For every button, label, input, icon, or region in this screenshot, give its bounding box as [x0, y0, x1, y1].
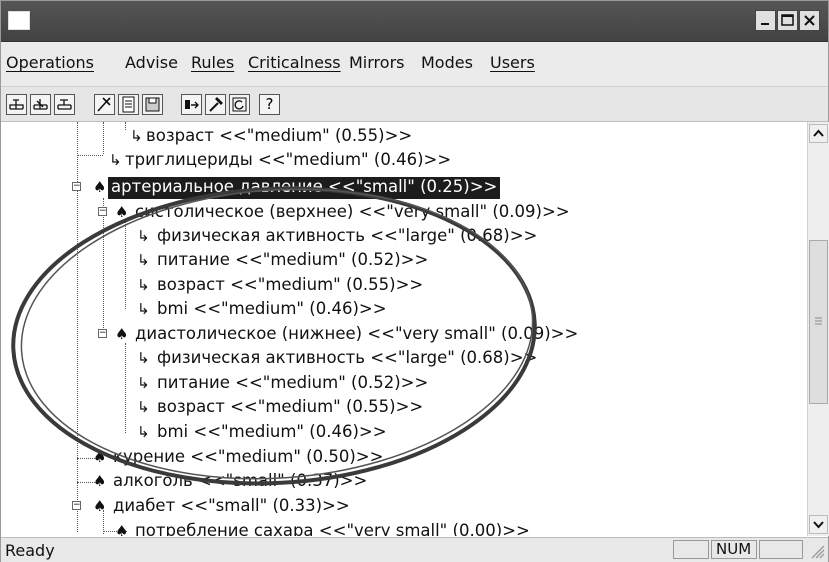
- menu-modes[interactable]: Modes: [421, 53, 473, 72]
- scroll-down-button[interactable]: [809, 515, 828, 534]
- branch-icon: ♠: [115, 325, 129, 343]
- tree-node[interactable]: триглицериды <<"medium" (0.46)>>: [125, 150, 451, 172]
- refresh-icon: [232, 97, 247, 112]
- tools-icon: [97, 97, 111, 112]
- tree-line: [125, 343, 126, 433]
- tree-expand-button[interactable]: [30, 94, 51, 115]
- move-icon: [185, 100, 199, 109]
- status-text: Ready: [5, 541, 55, 560]
- status-pane-empty: [759, 540, 803, 559]
- leaf-icon: ↳: [137, 251, 150, 269]
- branch-icon: ♠: [115, 522, 129, 536]
- tree-collapse-icon: [9, 99, 24, 110]
- grip-icon: [815, 317, 822, 325]
- tree-node[interactable]: алкоголь <<"small" (0.37)>>: [113, 471, 367, 493]
- tree-node[interactable]: bmi <<"medium" (0.46)>>: [157, 422, 387, 444]
- save-icon: [145, 97, 160, 112]
- help-icon: ?: [265, 95, 274, 113]
- tree-node[interactable]: диабет <<"small" (0.33)>>: [113, 496, 350, 518]
- vertical-scrollbar[interactable]: [807, 122, 829, 536]
- leaf-icon: ↳: [137, 276, 150, 294]
- tree-node[interactable]: возраст <<"medium" (0.55)>>: [146, 126, 412, 148]
- help-button[interactable]: ?: [259, 94, 280, 115]
- branch-icon: ♠: [93, 448, 107, 466]
- leaf-icon: ↳: [137, 423, 150, 441]
- tree-node[interactable]: питание <<"medium" (0.52)>>: [157, 250, 428, 272]
- app-icon: [8, 11, 30, 30]
- menu-users[interactable]: Users: [490, 53, 535, 72]
- tree-line: [125, 122, 126, 130]
- leaf-icon: ↳: [130, 127, 143, 145]
- document-icon: [122, 96, 135, 113]
- collapse-toggle[interactable]: −: [98, 329, 107, 338]
- collapse-toggle[interactable]: −: [98, 207, 107, 216]
- app-window: Operations Advise Rules Criticalness Mir…: [0, 0, 829, 562]
- tree-node[interactable]: возраст <<"medium" (0.55)>>: [157, 397, 423, 419]
- tree-node[interactable]: потребление сахара <<"very small" (0.00)…: [135, 521, 530, 536]
- title-bar[interactable]: [1, 1, 828, 42]
- scroll-thumb[interactable]: [809, 240, 828, 404]
- tools-button[interactable]: [94, 94, 115, 115]
- tree-node-selected[interactable]: артериальное давление <<"small" (0.25)>>: [108, 177, 501, 199]
- menu-operations[interactable]: Operations: [6, 53, 94, 72]
- tree-node[interactable]: питание <<"medium" (0.52)>>: [157, 373, 428, 395]
- tree-collapse-button[interactable]: [6, 94, 27, 115]
- status-bar: Ready NUM: [1, 537, 828, 562]
- tree-node[interactable]: диастолическое (нижнее) <<"very small" (…: [135, 324, 578, 346]
- collapse-toggle[interactable]: −: [72, 501, 81, 510]
- document-button[interactable]: [118, 94, 139, 115]
- tree-node-button[interactable]: [54, 94, 75, 115]
- tree-line: [125, 219, 126, 309]
- tree-node[interactable]: физическая активность <<"large" (0.68)>>: [157, 348, 537, 370]
- tree-line: [103, 198, 104, 334]
- menu-rules[interactable]: Rules: [191, 53, 234, 72]
- minimize-icon: [761, 23, 769, 25]
- branch-icon: ♠: [93, 472, 107, 490]
- hammer-icon: [209, 97, 223, 112]
- chevron-down-icon: [813, 521, 824, 529]
- save-button[interactable]: [142, 94, 163, 115]
- tree-node[interactable]: физическая активность <<"large" (0.68)>>: [157, 226, 537, 248]
- branch-icon: ♠: [93, 178, 107, 196]
- leaf-icon: ↳: [109, 151, 122, 169]
- chevron-up-icon: [813, 129, 824, 137]
- status-pane-num: NUM: [711, 540, 757, 559]
- tree-node-icon: [57, 99, 72, 110]
- leaf-icon: ↳: [137, 398, 150, 416]
- resize-grip-icon[interactable]: [806, 540, 826, 560]
- close-button[interactable]: [799, 10, 820, 31]
- branch-icon: ♠: [115, 203, 129, 221]
- tree-node[interactable]: систолическое (верхнее) <<"very small" (…: [135, 202, 570, 224]
- leaf-icon: ↳: [137, 374, 150, 392]
- refresh-button[interactable]: [229, 94, 250, 115]
- menu-mirrors[interactable]: Mirrors: [349, 53, 404, 72]
- maximize-button[interactable]: [777, 10, 798, 31]
- collapse-toggle[interactable]: −: [72, 182, 81, 191]
- move-button[interactable]: [181, 94, 202, 115]
- menu-advise[interactable]: Advise: [125, 53, 178, 72]
- menu-bar: Operations Advise Rules Criticalness Mir…: [1, 42, 828, 87]
- menu-criticalness[interactable]: Criticalness: [248, 53, 341, 72]
- tree-node[interactable]: возраст <<"medium" (0.55)>>: [157, 275, 423, 297]
- close-icon: [804, 15, 815, 26]
- tree-line: [77, 155, 103, 156]
- leaf-icon: ↳: [137, 300, 150, 318]
- tree-line: [103, 122, 104, 154]
- minimize-button[interactable]: [755, 10, 776, 31]
- scroll-up-button[interactable]: [809, 124, 828, 143]
- leaf-icon: ↳: [137, 227, 150, 245]
- maximize-icon: [781, 14, 794, 26]
- leaf-icon: ↳: [137, 349, 150, 367]
- toolbar: ?: [1, 87, 828, 122]
- tree-expand-icon: [33, 99, 48, 110]
- status-pane-empty: [673, 540, 709, 559]
- hammer-button[interactable]: [205, 94, 226, 115]
- tree-node[interactable]: bmi <<"medium" (0.46)>>: [157, 299, 387, 321]
- tree-view[interactable]: − − − − ↳ возраст <<"medium" (0.55)>> ↳ …: [1, 122, 807, 536]
- branch-icon: ♠: [93, 497, 107, 515]
- tree-node[interactable]: курение <<"medium" (0.50)>>: [113, 447, 383, 469]
